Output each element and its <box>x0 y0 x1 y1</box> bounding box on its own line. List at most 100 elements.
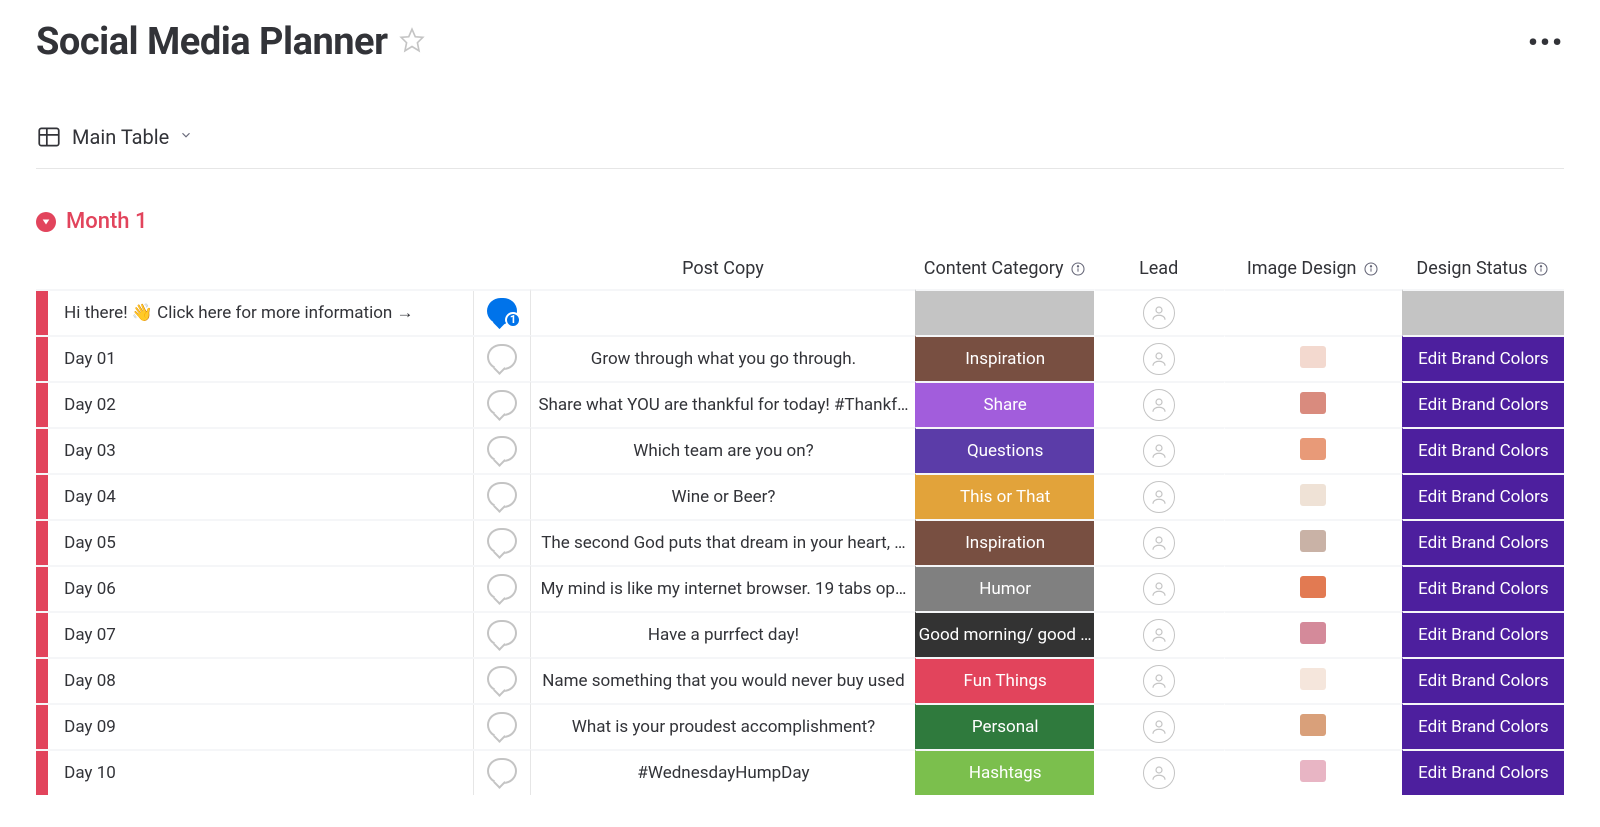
table-row[interactable]: Day 02 Share what YOU are thankful for to… <box>36 381 1564 427</box>
content-category-cell[interactable]: Questions <box>915 427 1093 473</box>
avatar-icon[interactable] <box>1143 297 1175 329</box>
collapse-group-icon[interactable] <box>36 212 56 232</box>
image-design-cell[interactable] <box>1224 473 1402 519</box>
comment-bubble-icon[interactable]: 1 <box>474 289 531 335</box>
image-thumbnail[interactable] <box>1300 392 1326 414</box>
lead-cell[interactable] <box>1094 703 1224 749</box>
image-design-cell[interactable] <box>1224 519 1402 565</box>
image-design-cell[interactable] <box>1224 611 1402 657</box>
table-row[interactable]: Day 01 Grow through what you go through.I… <box>36 335 1564 381</box>
group-name[interactable]: Month 1 <box>66 209 148 234</box>
avatar-icon[interactable] <box>1143 527 1175 559</box>
content-category-cell[interactable]: Fun Things <box>915 657 1093 703</box>
post-copy-cell[interactable]: Which team are you on? <box>530 427 915 473</box>
post-copy-cell[interactable]: The second God puts that dream in your h… <box>530 519 915 565</box>
comment-bubble-icon[interactable] <box>474 749 531 795</box>
item-name[interactable]: Day 07 <box>48 613 474 657</box>
lead-cell[interactable] <box>1094 611 1224 657</box>
avatar-icon[interactable] <box>1143 481 1175 513</box>
avatar-icon[interactable] <box>1143 619 1175 651</box>
post-copy-cell[interactable]: Have a purrfect day! <box>530 611 915 657</box>
content-category-cell[interactable]: Share <box>915 381 1093 427</box>
item-name[interactable]: Day 03 <box>48 429 474 473</box>
avatar-icon[interactable] <box>1143 343 1175 375</box>
lead-cell[interactable] <box>1094 657 1224 703</box>
comment-bubble-icon[interactable] <box>474 519 531 565</box>
image-thumbnail[interactable] <box>1300 530 1326 552</box>
image-thumbnail[interactable] <box>1300 576 1326 598</box>
lead-cell[interactable] <box>1094 289 1224 335</box>
table-row[interactable]: Day 03Which team are you on?QuestionsEdi… <box>36 427 1564 473</box>
favorite-star-icon[interactable] <box>399 27 425 57</box>
design-status-cell[interactable]: Edit Brand Colors <box>1402 473 1564 519</box>
image-thumbnail[interactable] <box>1300 714 1326 736</box>
design-status-cell[interactable]: Edit Brand Colors <box>1402 381 1564 427</box>
design-status-cell[interactable]: Edit Brand Colors <box>1402 335 1564 381</box>
lead-cell[interactable] <box>1094 519 1224 565</box>
design-status-cell[interactable] <box>1402 289 1564 335</box>
col-image-design[interactable]: Image Design <box>1224 248 1402 289</box>
image-design-cell[interactable] <box>1224 749 1402 795</box>
post-copy-cell[interactable]: My mind is like my internet browser. 19 … <box>530 565 915 611</box>
content-category-cell[interactable]: Humor <box>915 565 1093 611</box>
comment-bubble-icon[interactable] <box>474 335 531 381</box>
image-design-cell[interactable] <box>1224 289 1402 335</box>
item-name[interactable]: Day 06 <box>48 567 474 611</box>
table-row[interactable]: Hi there! 👋 Click here for more informat… <box>36 289 1564 335</box>
image-thumbnail[interactable] <box>1300 484 1326 506</box>
info-icon[interactable] <box>1363 261 1379 277</box>
comment-bubble-icon[interactable] <box>474 381 531 427</box>
image-design-cell[interactable] <box>1224 565 1402 611</box>
comment-bubble-icon[interactable] <box>474 611 531 657</box>
design-status-cell[interactable]: Edit Brand Colors <box>1402 611 1564 657</box>
lead-cell[interactable] <box>1094 335 1224 381</box>
comment-bubble-icon[interactable] <box>474 427 531 473</box>
content-category-cell[interactable]: Personal <box>915 703 1093 749</box>
design-status-cell[interactable]: Edit Brand Colors <box>1402 749 1564 795</box>
post-copy-cell[interactable]: Share what YOU are thankful for today! #… <box>530 381 915 427</box>
image-design-cell[interactable] <box>1224 381 1402 427</box>
lead-cell[interactable] <box>1094 565 1224 611</box>
content-category-cell[interactable]: This or That <box>915 473 1093 519</box>
content-category-cell[interactable]: Inspiration <box>915 519 1093 565</box>
design-status-cell[interactable]: Edit Brand Colors <box>1402 703 1564 749</box>
table-row[interactable]: Day 08 Name something that you would neve… <box>36 657 1564 703</box>
col-lead[interactable]: Lead <box>1094 248 1224 289</box>
design-status-cell[interactable]: Edit Brand Colors <box>1402 519 1564 565</box>
item-name[interactable]: Day 05 <box>48 521 474 565</box>
content-category-cell[interactable]: Inspiration <box>915 335 1093 381</box>
avatar-icon[interactable] <box>1143 665 1175 697</box>
item-name[interactable]: Day 02 <box>48 383 474 427</box>
view-name[interactable]: Main Table <box>72 125 169 149</box>
image-design-cell[interactable] <box>1224 335 1402 381</box>
comment-bubble-icon[interactable] <box>474 565 531 611</box>
post-copy-cell[interactable]: Name something that you would never buy … <box>530 657 915 703</box>
image-thumbnail[interactable] <box>1300 438 1326 460</box>
more-options-icon[interactable]: ••• <box>1528 26 1564 59</box>
item-name[interactable]: Day 04 <box>48 475 474 519</box>
table-row[interactable]: Day 05 The second God puts that dream in … <box>36 519 1564 565</box>
avatar-icon[interactable] <box>1143 573 1175 605</box>
comment-bubble-icon[interactable] <box>474 703 531 749</box>
design-status-cell[interactable]: Edit Brand Colors <box>1402 565 1564 611</box>
comment-bubble-icon[interactable] <box>474 473 531 519</box>
table-row[interactable]: Day 09What is your proudest accomplishme… <box>36 703 1564 749</box>
image-thumbnail[interactable] <box>1300 622 1326 644</box>
comment-bubble-icon[interactable] <box>474 657 531 703</box>
image-thumbnail[interactable] <box>1300 668 1326 690</box>
post-copy-cell[interactable]: Grow through what you go through. <box>530 335 915 381</box>
table-row[interactable]: Day 10#WednesdayHumpDayHashtagsEdit Bran… <box>36 749 1564 795</box>
item-name[interactable]: Day 01 <box>48 337 474 381</box>
design-status-cell[interactable]: Edit Brand Colors <box>1402 657 1564 703</box>
post-copy-cell[interactable] <box>530 289 915 335</box>
lead-cell[interactable] <box>1094 381 1224 427</box>
col-post-copy[interactable]: Post Copy <box>530 248 915 289</box>
image-design-cell[interactable] <box>1224 703 1402 749</box>
col-content-category[interactable]: Content Category <box>915 248 1093 289</box>
image-design-cell[interactable] <box>1224 427 1402 473</box>
table-row[interactable]: Day 04Wine or Beer?This or ThatEdit Bran… <box>36 473 1564 519</box>
lead-cell[interactable] <box>1094 749 1224 795</box>
col-design-status[interactable]: Design Status <box>1402 248 1564 289</box>
item-name[interactable]: Day 08 <box>48 659 474 703</box>
item-name[interactable]: Day 09 <box>48 705 474 749</box>
